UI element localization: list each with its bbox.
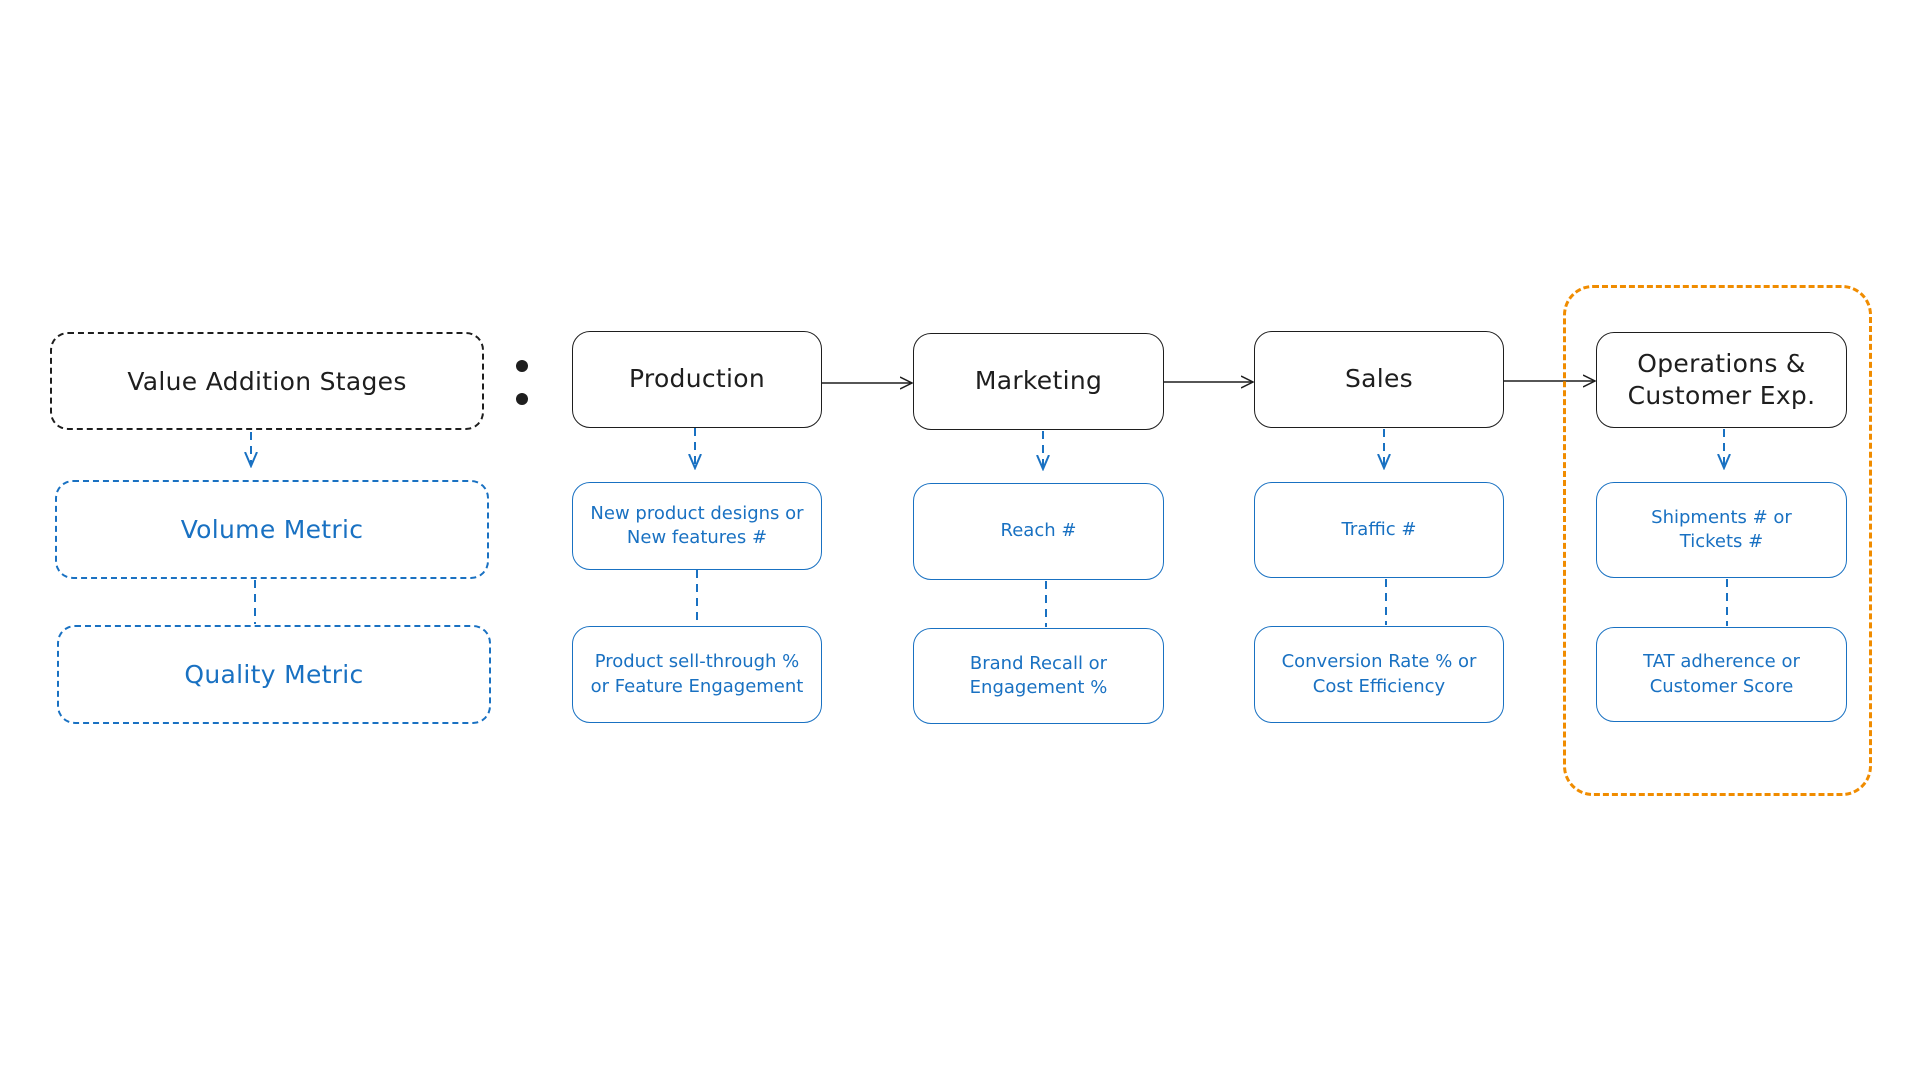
quality-metric-label: Product sell-through % or Feature Engage… — [590, 651, 804, 697]
marketing-volume-metric[interactable]: Reach # — [913, 483, 1164, 580]
operations-quality-metric[interactable]: TAT adherence or Customer Score — [1596, 627, 1847, 722]
stage-sales[interactable]: Sales — [1254, 331, 1504, 428]
production-volume-metric[interactable]: New product designs or New features # — [572, 482, 822, 570]
quality-metric-label: Conversion Rate % or Cost Efficiency — [1281, 651, 1477, 697]
stage-marketing[interactable]: Marketing — [913, 333, 1164, 430]
volume-metric-label: Shipments # or Tickets # — [1651, 506, 1792, 552]
stage-production[interactable]: Production — [572, 331, 822, 428]
legend-volume-label: Volume Metric — [180, 515, 364, 544]
marketing-quality-metric[interactable]: Brand Recall or Engagement % — [913, 628, 1164, 724]
legend-stages-box[interactable]: Value Addition Stages — [50, 332, 484, 430]
colon-dot-top — [516, 360, 528, 372]
stage-label: Sales — [1344, 364, 1414, 394]
stage-label: Operations & Customer Exp. — [1627, 348, 1816, 411]
legend-volume-box[interactable]: Volume Metric — [55, 480, 489, 579]
volume-metric-label: New product designs or New features # — [590, 502, 804, 548]
stage-label: Production — [628, 364, 765, 394]
legend-quality-label: Quality Metric — [184, 660, 364, 689]
sales-quality-metric[interactable]: Conversion Rate % or Cost Efficiency — [1254, 626, 1504, 723]
stage-operations[interactable]: Operations & Customer Exp. — [1596, 332, 1847, 428]
production-quality-metric[interactable]: Product sell-through % or Feature Engage… — [572, 626, 822, 723]
colon-dot-bottom — [516, 393, 528, 405]
legend-stages-label: Value Addition Stages — [127, 366, 407, 396]
quality-metric-label: TAT adherence or Customer Score — [1643, 651, 1800, 697]
sales-volume-metric[interactable]: Traffic # — [1254, 482, 1504, 578]
volume-metric-label: Traffic # — [1341, 518, 1417, 540]
volume-metric-label: Reach # — [1000, 520, 1077, 542]
quality-metric-label: Brand Recall or Engagement % — [969, 652, 1108, 698]
operations-volume-metric[interactable]: Shipments # or Tickets # — [1596, 482, 1847, 578]
legend-quality-box[interactable]: Quality Metric — [57, 625, 491, 724]
stage-label: Marketing — [974, 366, 1103, 396]
